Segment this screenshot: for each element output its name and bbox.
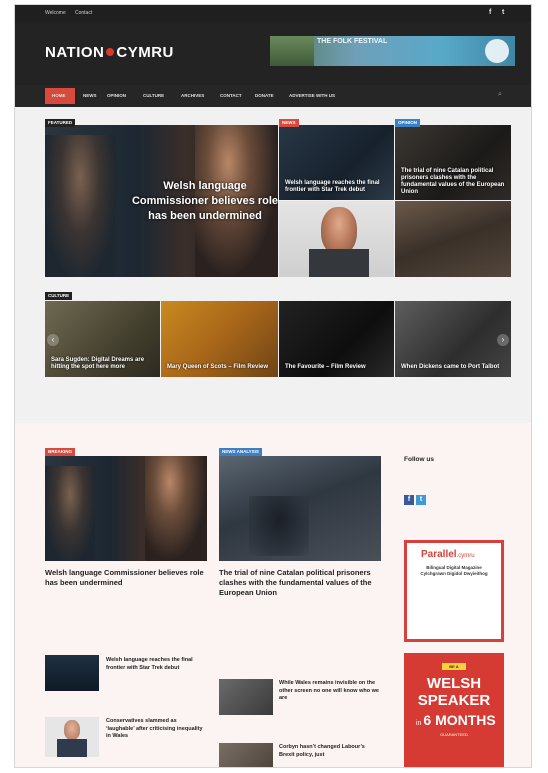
featured-tile-3-suit <box>309 249 369 277</box>
webpage: Welcome Contact f t NATION CYMRU THE FOLK… <box>14 4 532 768</box>
parallel-brand: Parallel.cymru <box>421 549 475 560</box>
welsh-ad-line-1: WELSH <box>426 675 482 692</box>
banner-line-1: THE FOLK FESTIVAL <box>317 38 388 45</box>
col2-label: NEWS ANALYSIS <box>219 448 262 456</box>
col1-item-2-suit <box>57 739 87 757</box>
culture-tile-4[interactable]: When Dickens came to Port Talbot <box>395 301 511 377</box>
col1-photo-left <box>45 466 95 561</box>
parallel-subtitle: Bilingual Digital Magazine Cylchgrawn Di… <box>407 565 501 577</box>
nav-item-contact[interactable]: CONTACT <box>220 93 242 98</box>
logo-dot-icon <box>106 48 115 56</box>
top-bar: Welcome Contact f t <box>15 5 531 23</box>
featured-main-story[interactable]: Welsh language Commissioner believes rol… <box>45 125 278 277</box>
featured-tile-2[interactable]: The trial of nine Catalan political pris… <box>395 125 511 200</box>
col2-main-image[interactable] <box>219 456 381 561</box>
logo-text-left: NATION <box>45 44 105 61</box>
culture-tile-2[interactable]: Mary Queen of Scots – Film Review <box>161 301 278 377</box>
featured-tile-4[interactable] <box>395 201 511 277</box>
top-link-welcome[interactable]: Welcome <box>45 10 66 16</box>
featured-tile-3-portrait <box>321 207 357 255</box>
sidebar-twitter-icon[interactable]: t <box>416 495 426 505</box>
facebook-icon[interactable]: f <box>489 9 491 16</box>
follow-us-heading: Follow us <box>404 456 434 463</box>
culture-tile-3[interactable]: The Favourite – Film Review <box>279 301 394 377</box>
col2-item-1-title[interactable]: While Wales remains invisible on the oth… <box>279 680 379 703</box>
culture-label: CULTURE <box>45 292 73 300</box>
nav-item-advertise[interactable]: ADVERTISE WITH US <box>289 93 335 98</box>
parallel-brand-suffix: .cymru <box>456 553 475 559</box>
welsh-ad-in: in <box>416 720 422 727</box>
site-header: NATION CYMRU THE FOLK FESTIVAL <box>15 23 531 85</box>
parallel-ad[interactable]: Parallel.cymru Bilingual Digital Magazin… <box>404 540 504 642</box>
col1-item-1-thumb[interactable] <box>45 655 99 691</box>
nav-item-news[interactable]: NEWS <box>83 93 97 98</box>
culture-tile-4-title: When Dickens came to Port Talbot <box>401 364 500 370</box>
search-icon[interactable]: ⌕ <box>498 91 502 99</box>
col1-item-1-title[interactable]: Welsh language reaches the final frontie… <box>106 657 206 672</box>
twitter-icon[interactable]: t <box>502 9 504 16</box>
col1-label: BREAKING <box>45 448 76 456</box>
col2-item-2-thumb[interactable] <box>219 743 273 767</box>
welsh-ad-guaranteed: GUARANTEED <box>440 732 468 737</box>
welsh-ad-months: in 6 MONTHS <box>416 712 496 728</box>
col1-item-2-thumb[interactable] <box>45 717 99 757</box>
featured-main-title[interactable]: Welsh language Commissioner believes rol… <box>125 179 278 224</box>
banner-emblem-icon <box>485 39 509 63</box>
welsh-ad-line-2: SPEAKER <box>417 692 491 709</box>
carousel-prev-icon[interactable]: ‹ <box>47 334 59 346</box>
sidebar-facebook-icon[interactable]: f <box>404 495 414 505</box>
main-nav: HOME NEWS OPINION CULTURE ARCHIVES CONTA… <box>15 85 531 107</box>
col1-main-title[interactable]: Welsh language Commissioner believes rol… <box>45 568 209 588</box>
culture-tile-2-title: Mary Queen of Scots – Film Review <box>167 364 269 370</box>
nav-item-culture[interactable]: CULTURE <box>143 93 164 98</box>
welsh-speaker-ad[interactable]: BE A WELSH SPEAKER in 6 MONTHS GUARANTEE… <box>404 653 504 767</box>
culture-tile-1-title: Sara Sugden: Digital Dreams are hitting … <box>51 357 145 370</box>
parallel-line-2: Cylchgrawn Digidol Dwyieithog <box>420 571 488 576</box>
col1-item-2-portrait <box>64 720 80 740</box>
col2-item-1-thumb[interactable] <box>219 679 273 715</box>
col1-main-image[interactable] <box>45 456 207 561</box>
nav-item-archives[interactable]: ARCHIVES <box>181 93 204 98</box>
top-link-contact[interactable]: Contact <box>75 10 92 16</box>
parallel-brand-name: Parallel <box>421 549 457 560</box>
welsh-ad-badge: BE A <box>442 663 466 670</box>
welsh-ad-headline: WELSH SPEAKER <box>404 675 504 709</box>
col1-item-2-title[interactable]: Conservatives slammed as ‘laughable’ aft… <box>106 718 206 741</box>
culture-tile-3-title: The Favourite – Film Review <box>285 364 366 370</box>
col2-photo-crowd <box>249 496 309 556</box>
culture-tile-1[interactable]: Sara Sugden: Digital Dreams are hitting … <box>45 301 160 377</box>
featured-tile-1-title: Welsh language reaches the final frontie… <box>285 180 380 193</box>
banner-photo <box>270 36 314 66</box>
featured-tile-3[interactable] <box>279 201 394 277</box>
nav-item-opinion[interactable]: OPINION <box>107 93 126 98</box>
nav-item-home[interactable]: HOME <box>52 93 66 98</box>
carousel-next-icon[interactable]: › <box>497 334 509 346</box>
header-ad-banner[interactable]: THE FOLK FESTIVAL <box>270 36 515 66</box>
welsh-ad-months-text: 6 MONTHS <box>423 712 496 728</box>
featured-label: FEATURED <box>45 119 76 127</box>
col1-photo-right <box>145 456 207 561</box>
site-logo[interactable]: NATION CYMRU <box>45 44 174 61</box>
col2-main-title[interactable]: The trial of nine Catalan political pris… <box>219 568 383 598</box>
featured-tile-2-title: The trial of nine Catalan political pris… <box>401 168 505 195</box>
logo-text-right: CYMRU <box>116 44 174 61</box>
featured-tile-1[interactable]: Welsh language reaches the final frontie… <box>279 125 394 200</box>
featured-tile-1-label: NEWS <box>279 119 299 127</box>
col2-item-2-title[interactable]: Corbyn hasn’t changed Labour’s Brexit po… <box>279 744 379 759</box>
featured-tile-2-label: OPINION <box>395 119 421 127</box>
nav-item-donate[interactable]: DONATE <box>255 93 274 98</box>
featured-main-photo-left <box>45 135 115 277</box>
